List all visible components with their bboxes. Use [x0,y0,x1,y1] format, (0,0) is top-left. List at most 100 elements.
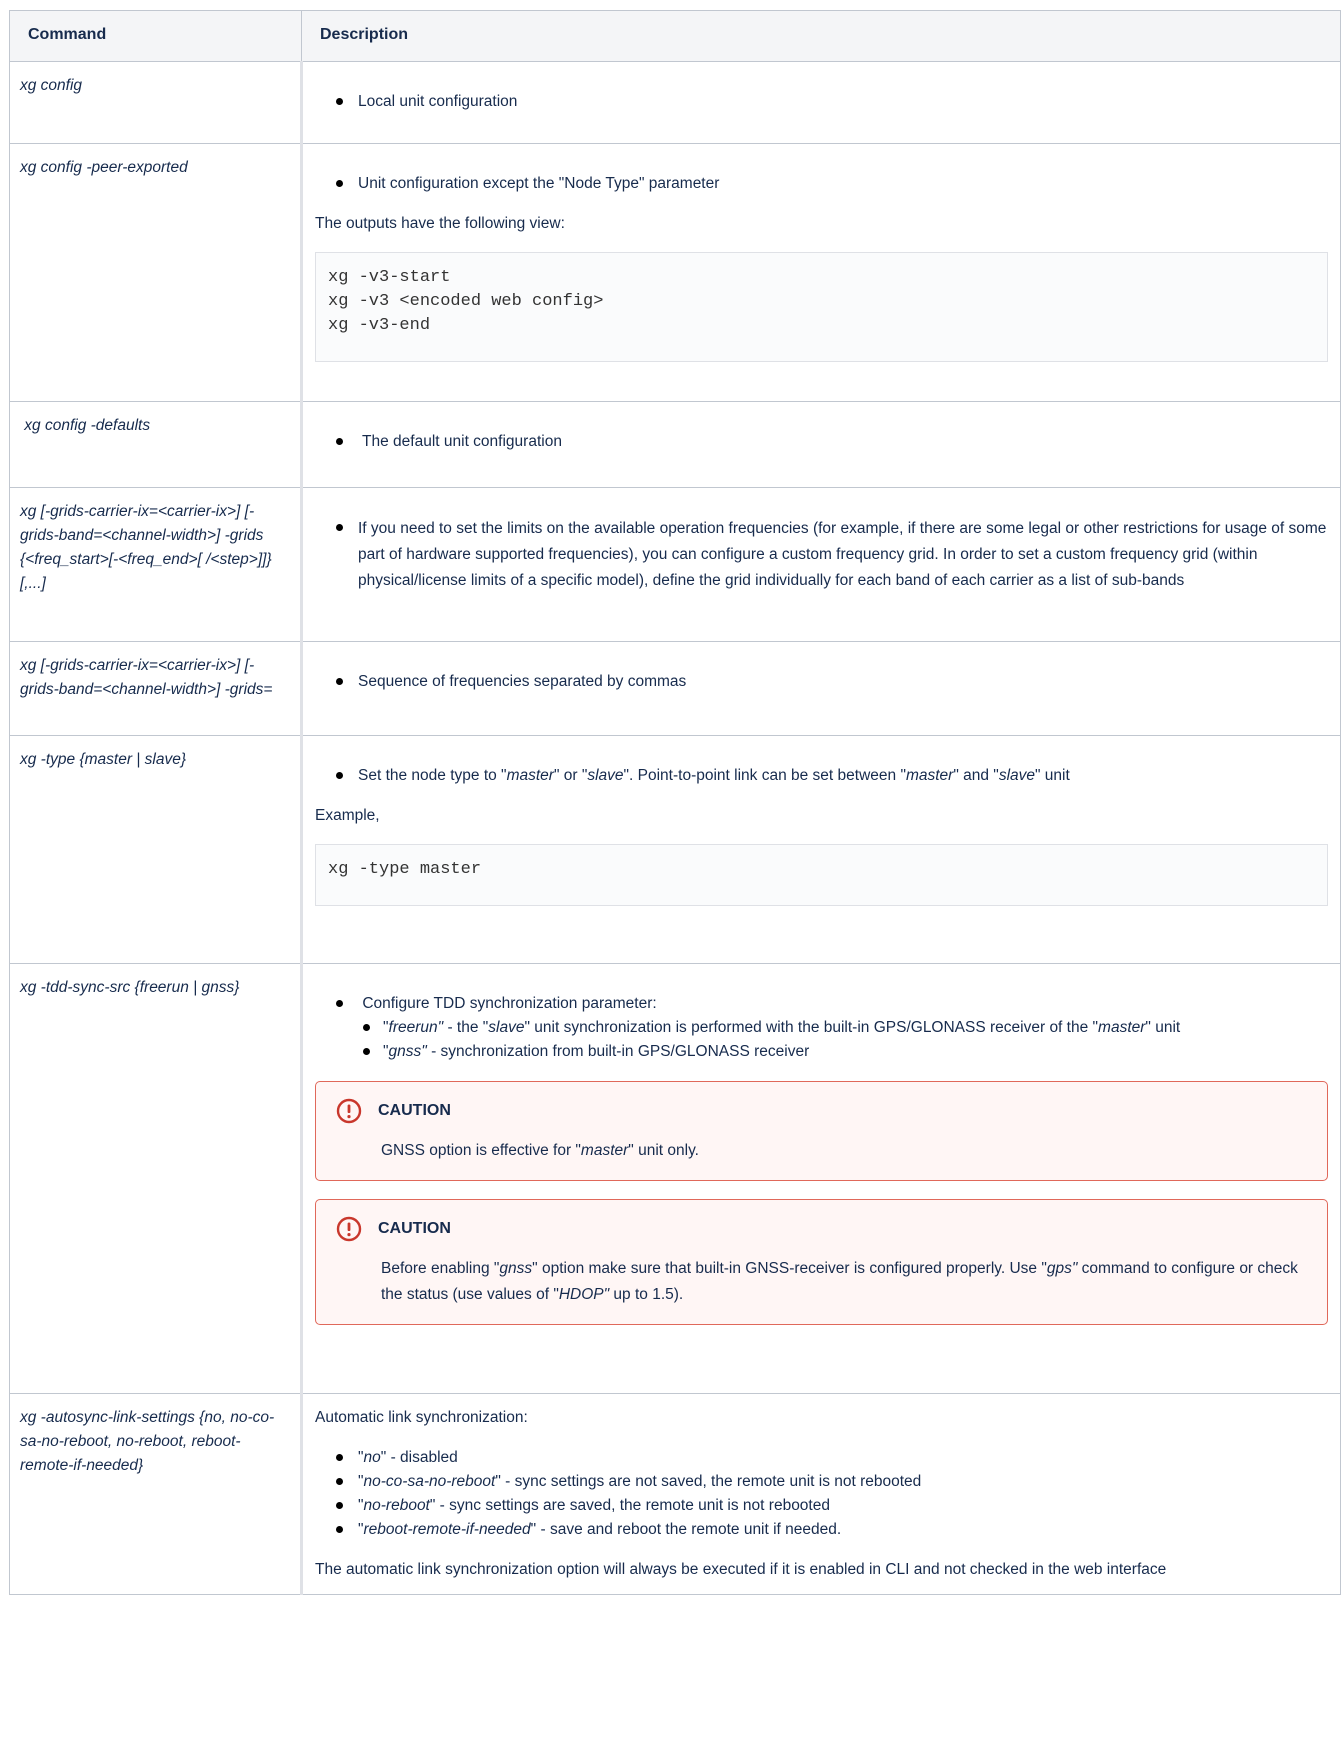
bullet-list: Set the node type to "master" or "slave"… [315,764,1328,788]
table-row: xg config -peer-exported Unit configurat… [9,143,1341,402]
table-row: xg [-grids-carrier-ix=<carrier-ix>] [-gr… [9,641,1341,736]
term-freerun: freerun" [388,1019,444,1036]
description-cell: If you need to set the limits on the ava… [301,487,1341,642]
list-item: Sequence of frequencies separated by com… [315,670,1328,694]
text-span: " unit [1035,767,1070,784]
term-master: master [1098,1019,1146,1036]
paragraph: The automatic link synchronization optio… [315,1561,1167,1578]
text-span: " unit [1145,1019,1181,1036]
term-gnss: gnss [499,1260,533,1277]
command-cell: xg [-grids-carrier-ix=<carrier-ix>] [-gr… [9,487,303,642]
description-cell: The default unit configuration [301,401,1341,488]
list-item: Local unit configuration [315,90,1328,114]
term-slave: slave [998,767,1035,784]
command-cell: xg -tdd-sync-src {freerun | gnss} [9,963,303,1394]
list-item: "freerun" - the "slave" unit synchroniza… [341,1016,1328,1040]
header-command: Command [9,10,302,62]
list-item: "no-co-sa-no-reboot" - sync settings are… [315,1470,1328,1494]
term-master: master [905,767,954,784]
text-span: up to 1.5). [609,1286,684,1303]
term-no-co-sa-no-reboot: no-co-sa-no-reboot [363,1473,496,1490]
table-header-row: Command Description [9,10,1341,62]
command-cell: xg config -defaults [9,401,303,488]
paragraph: Example, [315,807,380,824]
description-cell: Automatic link synchronization: "no" - d… [301,1393,1341,1595]
text-span: Before enabling " [381,1260,500,1277]
term-master: master [506,767,554,784]
list-item: "no-reboot" - sync settings are saved, t… [315,1494,1328,1518]
text-span: " unit synchronization is performed with… [524,1019,1099,1036]
paragraph: The outputs have the following view: [315,215,565,232]
code-block: xg -v3-start xg -v3 <encoded web config>… [315,252,1328,362]
bullet-list: The default unit configuration [315,430,1328,454]
table-row: xg [-grids-carrier-ix=<carrier-ix>] [-gr… [9,487,1341,642]
paragraph: Automatic link synchronization: [315,1409,528,1426]
bullet-list: "no" - disabled "no-co-sa-no-reboot" - s… [315,1446,1328,1542]
command-table: Command Description xg config Local unit… [9,10,1341,1595]
table-row: xg config Local unit configuration [9,61,1341,144]
term-gps: gps" [1046,1260,1078,1277]
list-item: Unit configuration except the "Node Type… [315,172,1328,196]
caution-header: CAUTION [336,1098,1307,1124]
bullet-list: Local unit configuration [315,90,1328,114]
error-icon [336,1098,362,1124]
text-span: " - sync settings are saved, the remote … [429,1497,830,1514]
description-cell: Unit configuration except the "Node Type… [301,143,1341,402]
text-span: Set the node type to " [358,767,507,784]
list-item: If you need to set the limits on the ava… [315,516,1328,594]
command-cell: xg config [9,61,303,144]
description-cell: Sequence of frequencies separated by com… [301,641,1341,736]
list-item: "gnss" - synchronization from built-in G… [341,1040,1328,1064]
text-span: " unit only. [628,1142,699,1159]
text-span: " or " [553,767,588,784]
term-reboot-remote-if-needed: reboot-remote-if-needed [363,1521,531,1538]
text-span: " - save and reboot the remote unit if n… [530,1521,842,1538]
text-span: - the " [443,1019,489,1036]
text-span: " - sync settings are not saved, the rem… [495,1473,922,1490]
term-slave: slave [488,1019,525,1036]
command-cell: xg [-grids-carrier-ix=<carrier-ix>] [-gr… [9,641,303,736]
text-span: " option make sure that built-in GNSS-re… [532,1260,1047,1277]
bullet-list: Sequence of frequencies separated by com… [315,670,1328,694]
header-description: Description [301,10,1341,62]
bullet-list: Unit configuration except the "Node Type… [315,172,1328,196]
bullet-list: Configure TDD synchronization parameter: [315,992,1328,1016]
text-span: " and " [953,767,999,784]
sub-bullet-list: "freerun" - the "slave" unit synchroniza… [341,1016,1328,1064]
code-block: xg -type master [315,844,1328,906]
text-span: ". Point-to-point link can be set betwee… [623,767,906,784]
table-row: xg config -defaults The default unit con… [9,401,1341,488]
table-row: xg -tdd-sync-src {freerun | gnss} Config… [9,963,1341,1394]
caution-panel: CAUTION GNSS option is effective for "ma… [315,1081,1328,1181]
caution-header: CAUTION [336,1216,1307,1242]
command-table-wrapper: Command Description xg config Local unit… [9,10,1341,1595]
term-gnss: gnss" [388,1043,427,1060]
term-slave: slave [587,767,624,784]
caution-panel: CAUTION Before enabling "gnss" option ma… [315,1199,1328,1325]
command-cell: xg config -peer-exported [9,143,303,402]
text-span: - synchronization from built-in GPS/GLON… [426,1043,810,1060]
caution-body: GNSS option is effective for "master" un… [381,1138,1307,1164]
description-cell: Local unit configuration [301,61,1341,144]
term-no-reboot: no-reboot [363,1497,430,1514]
term-master: master [580,1142,629,1159]
table-row: xg -type {master | slave} Set the node t… [9,735,1341,964]
text-span: GNSS option is effective for " [381,1142,581,1159]
description-cell: Configure TDD synchronization parameter:… [301,963,1341,1394]
list-item: The default unit configuration [315,430,1328,454]
description-cell: Set the node type to "master" or "slave"… [301,735,1341,964]
text-span: " - disabled [380,1449,458,1466]
list-item: "no" - disabled [315,1446,1328,1470]
error-icon [336,1216,362,1242]
term-no: no [363,1449,381,1466]
command-cell: xg -autosync-link-settings {no, no-co-sa… [9,1393,303,1595]
list-item: "reboot-remote-if-needed" - save and reb… [315,1518,1328,1542]
caution-title: CAUTION [378,1220,451,1237]
list-item: Configure TDD synchronization parameter: [315,992,1328,1016]
table-row: xg -autosync-link-settings {no, no-co-sa… [9,1393,1341,1595]
term-hdop: HDOP" [558,1286,610,1303]
caution-title: CAUTION [378,1102,451,1119]
caution-body: Before enabling "gnss" option make sure … [381,1256,1307,1308]
command-cell: xg -type {master | slave} [9,735,303,964]
bullet-list: If you need to set the limits on the ava… [315,516,1328,594]
